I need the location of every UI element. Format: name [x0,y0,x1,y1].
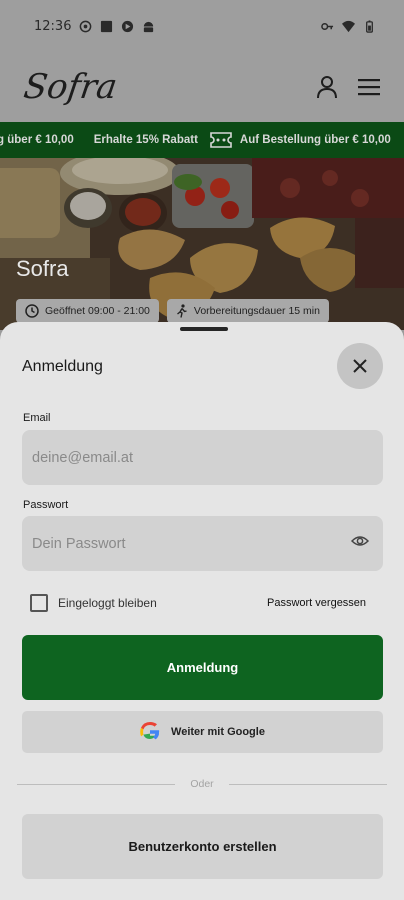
email-label: Email [23,412,51,424]
password-label: Passwort [23,499,69,511]
android-icon [144,21,154,32]
prep-time-chip: Vorbereitungsdauer 15 min [166,299,329,323]
opening-hours-chip: Geöffnet 09:00 - 21:00 [16,299,159,323]
close-button[interactable] [337,343,383,389]
login-sheet: Anmeldung Email deine@email.at Passwort … [0,322,404,900]
remember-label: Eingeloggt bleiben [58,596,157,610]
create-account-button[interactable]: Benutzerkonto erstellen [22,814,383,879]
close-icon [353,359,367,373]
google-icon [140,722,160,740]
brand-logo[interactable]: Sofra [21,67,119,107]
login-button[interactable]: Anmeldung [22,635,383,700]
google-signin-button[interactable]: Weiter mit Google [22,711,383,753]
key-icon [321,22,334,30]
sync-icon [80,20,92,32]
app-header: Sofra [0,52,404,122]
ticker-item: Auf Bestellung über € 10,00 [239,134,391,146]
ticker-item: Erhalte 15% Rabatt [93,134,198,146]
password-field[interactable]: Dein Passwort [22,516,383,571]
menu-icon[interactable] [358,78,380,96]
user-icon[interactable] [316,75,338,99]
battery-icon [366,19,373,33]
wifi-icon [342,20,355,32]
media-icon [122,20,134,32]
status-bar: 12:36 [0,0,404,52]
password-placeholder: Dein Passwort [32,535,126,552]
remember-checkbox[interactable] [30,594,48,612]
ticker-item: ng über € 10,00 [0,134,74,146]
ticket-icon [210,132,232,148]
walking-icon [176,304,187,318]
or-divider: Oder [17,778,387,790]
promo-ticker: ng über € 10,00 Erhalte 15% Rabatt Auf B… [0,122,404,158]
square-icon [101,20,113,32]
remember-me[interactable]: Eingeloggt bleiben [30,594,157,612]
hero-banner: Sofra Geöffnet 09:00 - 21:00 Vorbereitun… [0,158,404,330]
prep-time-text: Vorbereitungsdauer 15 min [193,305,320,317]
google-button-label: Weiter mit Google [171,726,265,738]
restaurant-name: Sofra [16,256,69,281]
status-time: 12:36 [34,18,72,34]
or-label: Oder [190,778,214,790]
sheet-drag-handle[interactable] [180,327,228,331]
clock-icon [25,304,39,318]
email-field[interactable]: deine@email.at [22,430,383,485]
email-placeholder: deine@email.at [32,449,133,466]
sheet-title: Anmeldung [22,358,103,375]
opening-hours-text: Geöffnet 09:00 - 21:00 [45,305,150,317]
eye-icon[interactable] [351,534,369,548]
forgot-password-link[interactable]: Passwort vergessen [267,597,366,609]
